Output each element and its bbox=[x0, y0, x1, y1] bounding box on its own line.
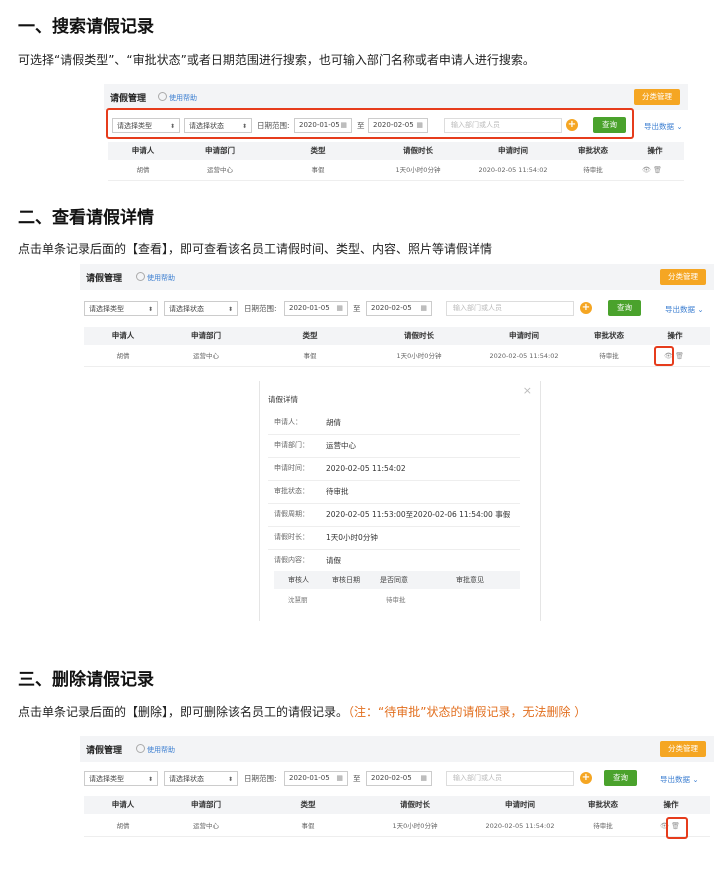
page-title: 请假管理 bbox=[86, 746, 123, 756]
table-row[interactable]: 胡倩 运营中心 事假 1天0小时0分钟 2020-02-05 11:54:02 … bbox=[84, 816, 710, 837]
to-label: 至 bbox=[353, 304, 361, 313]
section-1-heading: 一、搜索请假记录 bbox=[18, 17, 154, 37]
trash-icon[interactable]: 🗑 bbox=[653, 166, 662, 174]
plus-circle-icon[interactable]: + bbox=[580, 302, 592, 314]
status-select[interactable]: 请选择状态 ⬍ bbox=[164, 301, 238, 316]
help-icon bbox=[158, 92, 167, 101]
review-table-header: 审核人 审核日期 是否同意 审批意见 bbox=[274, 571, 520, 589]
chevron-down-icon: ⬍ bbox=[147, 306, 153, 313]
highlight-box bbox=[666, 817, 688, 839]
delete-note: （注：“待审批”状态的请假记录，无法删除 ） bbox=[348, 705, 587, 719]
table-header: 申请人 申请部门 类型 请假时长 申请时间 审批状态 操作 bbox=[108, 142, 684, 160]
help-link[interactable]: 使用帮助 bbox=[158, 92, 197, 103]
chevron-down-icon: ⌄ bbox=[692, 775, 699, 784]
category-manage-button[interactable]: 分类管理 bbox=[660, 741, 706, 757]
export-link[interactable]: 导出数据 ⌄ bbox=[665, 302, 704, 317]
screenshot-search: 请假管理 使用帮助 分类管理 请选择类型 ⬍ 请选择状态 ⬍ 日期范围: 2020-… bbox=[104, 84, 688, 184]
date-range-label: 日期范围: bbox=[244, 774, 277, 783]
type-select[interactable]: 请选择类型 ⬍ bbox=[84, 771, 158, 786]
chevron-down-icon: ⌄ bbox=[676, 122, 683, 131]
chevron-down-icon: ⬍ bbox=[227, 776, 233, 783]
type-select[interactable]: 请选择类型 ⬍ bbox=[84, 301, 158, 316]
screenshot-view: 请假管理 使用帮助 分类管理 请选择类型 ⬍ 请选择状态 ⬍ 日期范围: 2020-… bbox=[80, 264, 714, 372]
detail-row: 请假周期： 2020-02-05 11:53:00至2020-02-06 11:5… bbox=[268, 503, 520, 527]
status-select[interactable]: 请选择状态 ⬍ bbox=[164, 771, 238, 786]
detail-row: 申请人： 胡倩 bbox=[268, 411, 520, 435]
export-link[interactable]: 导出数据 ⌄ bbox=[644, 119, 683, 134]
reviewer-name: 沈慧丽 bbox=[288, 596, 308, 604]
to-label: 至 bbox=[353, 774, 361, 783]
section-2-heading: 二、查看请假详情 bbox=[18, 208, 154, 228]
section-1-description: 可选择“请假类型”、“审批状态”或者日期范围进行搜索，也可输入部门名称或者申请人… bbox=[18, 53, 535, 67]
detail-row: 请假时长： 1天0小时0分钟 bbox=[268, 526, 520, 550]
search-input[interactable]: 输入部门或人员 bbox=[446, 771, 574, 786]
detail-row: 申请时间： 2020-02-05 11:54:02 bbox=[268, 457, 520, 481]
table-header: 申请人 申请部门 类型 请假时长 申请时间 审批状态 操作 bbox=[84, 796, 710, 814]
search-input[interactable]: 输入部门或人员 bbox=[446, 301, 574, 316]
category-manage-button[interactable]: 分类管理 bbox=[634, 89, 680, 105]
query-button[interactable]: 查询 bbox=[604, 770, 637, 786]
calendar-icon: ▦ bbox=[336, 774, 343, 782]
date-from-input[interactable]: 2020-01-05 ▦ bbox=[284, 301, 348, 316]
date-range-label: 日期范围: bbox=[244, 304, 277, 313]
row-actions: 👁 🗑 bbox=[642, 160, 662, 180]
highlight-box bbox=[654, 346, 674, 366]
chevron-down-icon: ⬍ bbox=[227, 306, 233, 313]
table-header: 申请人 申请部门 类型 请假时长 申请时间 审批状态 操作 bbox=[84, 327, 710, 345]
table-row[interactable]: 胡倩 运营中心 事假 1天0小时0分钟 2020-02-05 11:54:02 … bbox=[84, 346, 710, 367]
review-result: 待审批 bbox=[386, 596, 406, 604]
export-link[interactable]: 导出数据 ⌄ bbox=[660, 772, 699, 787]
chevron-down-icon: ⌄ bbox=[697, 305, 704, 314]
plus-circle-icon[interactable]: + bbox=[580, 772, 592, 784]
leave-detail-panel: × 请假详情 申请人： 胡倩 申请部门： 运营中心 申请时间： 2020-02-05 … bbox=[259, 381, 541, 621]
help-icon bbox=[136, 272, 145, 281]
section-3-heading: 三、删除请假记录 bbox=[18, 670, 154, 690]
section-3-description: 点击单条记录后面的【删除】，即可删除该名员工的请假记录。（注：“待审批”状态的请… bbox=[18, 705, 587, 719]
chevron-down-icon: ⬍ bbox=[147, 776, 153, 783]
date-to-input[interactable]: 2020-02-05 ▦ bbox=[366, 771, 432, 786]
page-title: 请假管理 bbox=[86, 274, 123, 284]
close-icon[interactable]: × bbox=[523, 384, 532, 397]
screenshot-delete: 请假管理 使用帮助 分类管理 请选择类型 ⬍ 请选择状态 ⬍ 日期范围: 2020-… bbox=[80, 736, 714, 846]
calendar-icon: ▦ bbox=[420, 304, 427, 312]
table-row[interactable]: 胡倩 运营中心 事假 1天0小时0分钟 2020-02-05 11:54:02 … bbox=[108, 160, 684, 181]
calendar-icon: ▦ bbox=[420, 774, 427, 782]
help-link[interactable]: 使用帮助 bbox=[136, 272, 175, 283]
calendar-icon: ▦ bbox=[336, 304, 343, 312]
query-button[interactable]: 查询 bbox=[608, 300, 641, 316]
highlight-box bbox=[106, 108, 634, 139]
detail-title: 请假详情 bbox=[268, 395, 298, 404]
detail-row: 请假内容： 请假 bbox=[274, 556, 341, 565]
page-title: 请假管理 bbox=[110, 94, 147, 104]
help-link[interactable]: 使用帮助 bbox=[136, 744, 175, 755]
detail-row: 申请部门： 运营中心 bbox=[268, 434, 520, 458]
detail-row: 审批状态： 待审批 bbox=[268, 480, 520, 504]
section-2-description: 点击单条记录后面的【查看】，即可查看该名员工请假时间、类型、内容、照片等请假详情 bbox=[18, 242, 493, 256]
trash-icon[interactable]: 🗑 bbox=[675, 352, 684, 360]
date-from-input[interactable]: 2020-01-05 ▦ bbox=[284, 771, 348, 786]
eye-icon[interactable]: 👁 bbox=[642, 166, 651, 174]
date-to-input[interactable]: 2020-02-05 ▦ bbox=[366, 301, 432, 316]
category-manage-button[interactable]: 分类管理 bbox=[660, 269, 706, 285]
help-icon bbox=[136, 744, 145, 753]
